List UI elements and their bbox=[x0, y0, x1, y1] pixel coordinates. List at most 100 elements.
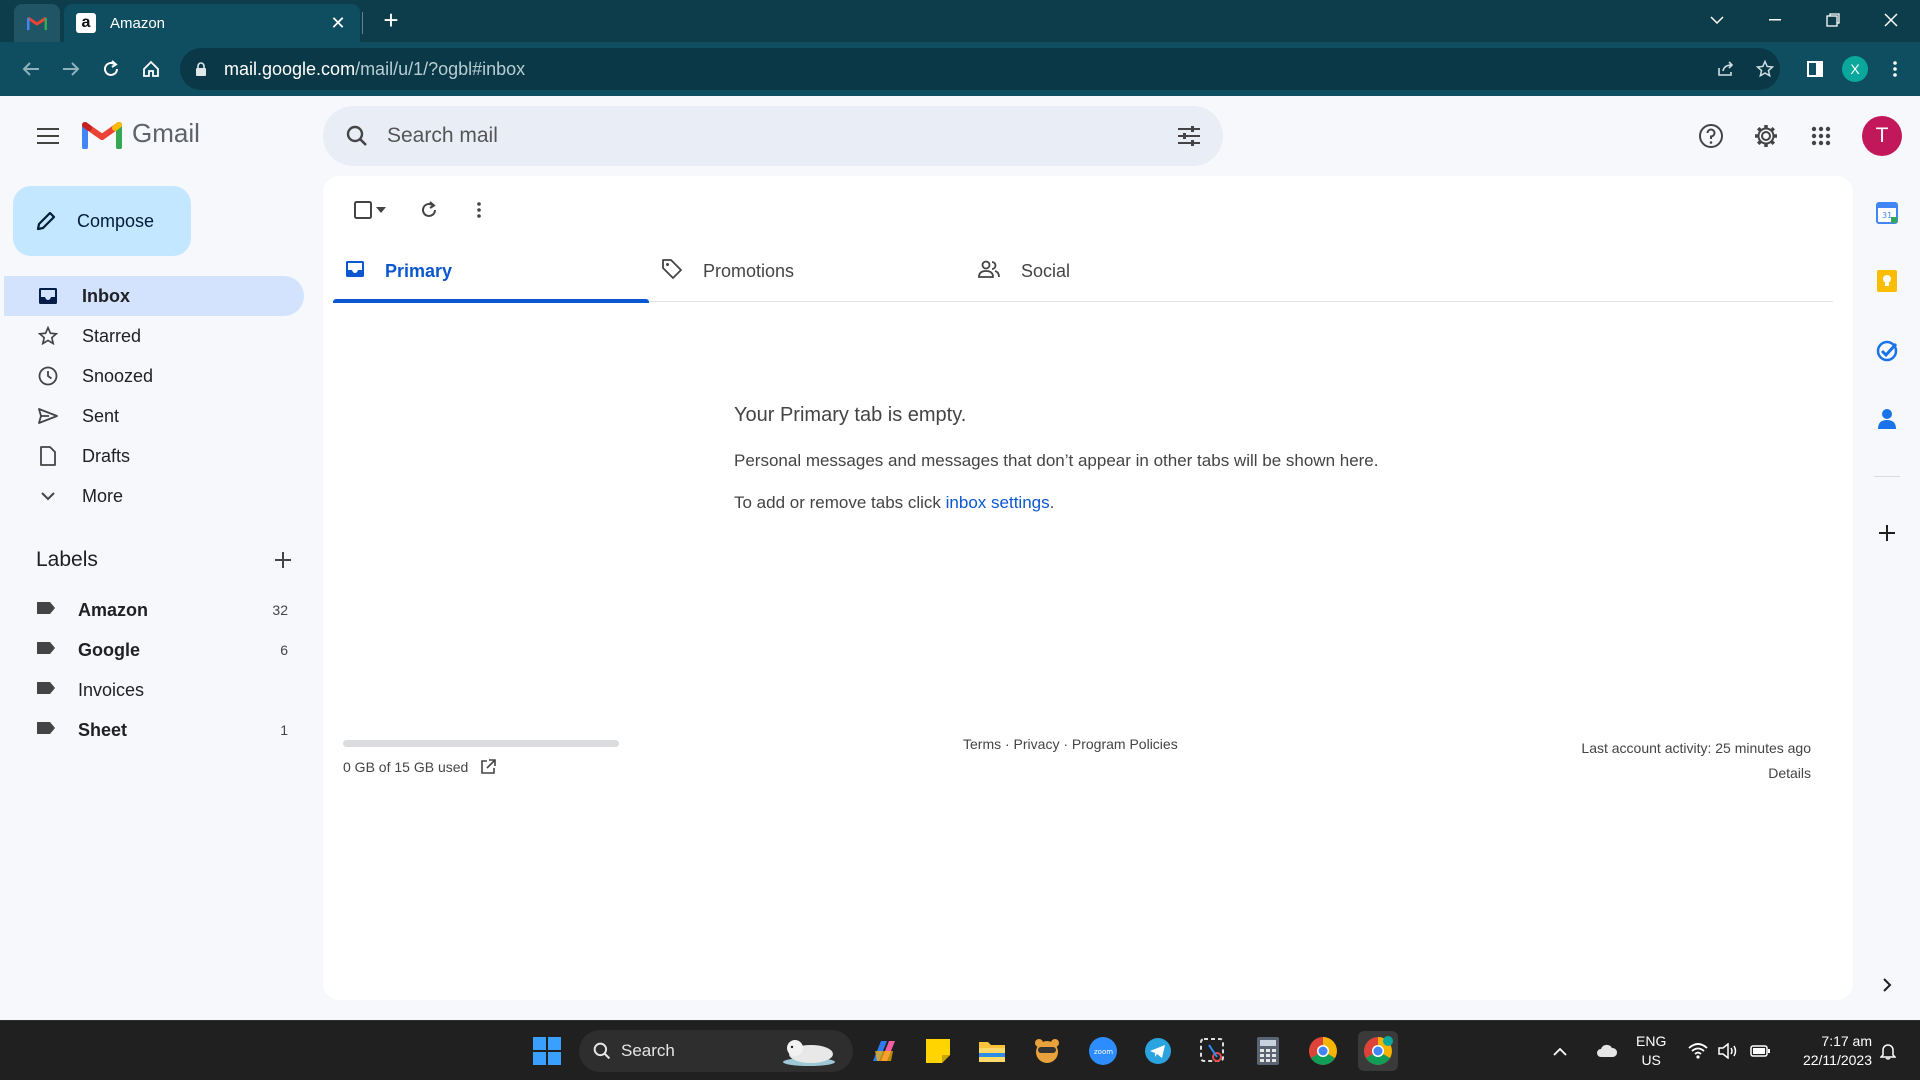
browser-tabstrip: a Amazon ✕ + bbox=[0, 0, 1920, 42]
sidebar-item-snoozed[interactable]: Snoozed bbox=[0, 356, 304, 396]
restore-button[interactable] bbox=[1804, 0, 1862, 40]
tab-promotions[interactable]: Promotions bbox=[649, 240, 965, 302]
account-avatar[interactable]: T bbox=[1862, 116, 1902, 156]
sidebar-item-starred[interactable]: Starred bbox=[0, 316, 304, 356]
notifications-button[interactable] bbox=[1880, 1021, 1896, 1080]
tasks-app-button[interactable] bbox=[1874, 338, 1900, 364]
sidebar-item-inbox[interactable]: Inbox bbox=[4, 276, 304, 316]
browser-tab-active[interactable]: a Amazon ✕ bbox=[64, 4, 360, 42]
sidebar-item-more[interactable]: More bbox=[0, 476, 304, 516]
refresh-button[interactable] bbox=[409, 190, 449, 230]
input-language[interactable]: ENG US bbox=[1636, 1032, 1666, 1070]
close-window-button[interactable] bbox=[1862, 0, 1920, 40]
search-icon bbox=[346, 125, 367, 146]
search-icon bbox=[593, 1042, 611, 1060]
minimize-button[interactable] bbox=[1746, 0, 1804, 40]
sidebar-item-label: Snoozed bbox=[82, 365, 154, 386]
profile-avatar: X bbox=[1842, 56, 1868, 82]
search-options-button[interactable] bbox=[1169, 116, 1209, 156]
telegram-app[interactable] bbox=[1138, 1031, 1178, 1071]
chevron-up-icon bbox=[1553, 1047, 1567, 1056]
browser-menu-button[interactable] bbox=[1880, 54, 1910, 84]
battery-tray-icon[interactable] bbox=[1750, 1021, 1770, 1080]
settings-button[interactable] bbox=[1744, 114, 1788, 158]
copilot-icon bbox=[873, 1041, 895, 1061]
compose-button[interactable]: Compose bbox=[13, 186, 191, 256]
apps-button[interactable] bbox=[1799, 114, 1843, 158]
get-addons-button[interactable] bbox=[1874, 520, 1900, 546]
tab-social[interactable]: Social bbox=[965, 240, 1281, 302]
label-item-amazon[interactable]: Amazon 32 bbox=[0, 590, 304, 630]
home-icon bbox=[143, 60, 159, 77]
chrome-app[interactable] bbox=[1303, 1031, 1343, 1071]
browser-tab-gmail[interactable] bbox=[14, 4, 60, 42]
address-bar[interactable]: mail.google.com/mail/u/1/?ogbl#inbox bbox=[180, 48, 1780, 90]
sticky-notes-app[interactable] bbox=[918, 1031, 958, 1071]
new-tab-button[interactable]: + bbox=[376, 6, 406, 36]
copilot-app[interactable] bbox=[864, 1031, 904, 1071]
side-panel-button[interactable] bbox=[1800, 54, 1830, 84]
empty-title: Your Primary tab is empty. bbox=[734, 404, 967, 426]
url-path: /mail/u/1/?ogbl#inbox bbox=[355, 58, 526, 79]
tab-title: Amazon bbox=[110, 14, 166, 32]
taskbar-clock[interactable]: 7:17 am 22/11/2023 bbox=[1782, 1032, 1872, 1070]
app-icon-bear[interactable] bbox=[1027, 1031, 1067, 1071]
svg-text:zoom: zoom bbox=[1094, 1048, 1113, 1056]
volume-tray-icon[interactable] bbox=[1718, 1021, 1738, 1080]
label-count: 1 bbox=[280, 722, 288, 738]
main-panel: Primary Promotions Social Your Primary t… bbox=[323, 176, 1853, 1000]
home-button[interactable] bbox=[136, 54, 166, 84]
gmail-logo[interactable]: Gmail bbox=[82, 118, 200, 149]
url-text[interactable]: mail.google.com/mail/u/1/?ogbl#inbox bbox=[224, 59, 525, 80]
inbox-settings-link[interactable]: inbox settings bbox=[946, 493, 1050, 512]
plus-icon[interactable] bbox=[274, 551, 292, 569]
reload-button[interactable] bbox=[96, 54, 126, 84]
tab-primary[interactable]: Primary bbox=[333, 240, 649, 303]
more-actions-button[interactable] bbox=[459, 190, 499, 230]
label-item-invoices[interactable]: Invoices bbox=[0, 670, 304, 710]
tab-close-icon[interactable]: ✕ bbox=[328, 13, 348, 34]
lock-icon[interactable] bbox=[194, 61, 208, 77]
gmail-logo-text: Gmail bbox=[132, 118, 200, 148]
external-link-icon[interactable] bbox=[480, 759, 497, 775]
zoom-app[interactable]: zoom bbox=[1083, 1031, 1123, 1071]
snipping-tool-icon bbox=[1200, 1038, 1224, 1062]
bookmark-button[interactable] bbox=[1750, 54, 1780, 84]
main-menu-button[interactable] bbox=[30, 118, 66, 154]
search-button[interactable] bbox=[337, 116, 377, 156]
calculator-app[interactable] bbox=[1248, 1031, 1288, 1071]
label-item-google[interactable]: Google 6 bbox=[0, 630, 304, 670]
bell-icon bbox=[1880, 1044, 1896, 1060]
forward-button[interactable] bbox=[56, 54, 86, 84]
search-bar[interactable] bbox=[323, 106, 1223, 166]
hide-side-panel-button[interactable] bbox=[1874, 972, 1900, 998]
url-host: mail.google.com bbox=[224, 58, 356, 79]
snipping-tool-app[interactable] bbox=[1193, 1031, 1233, 1071]
start-button[interactable] bbox=[527, 1031, 567, 1071]
contacts-app-button[interactable] bbox=[1874, 406, 1900, 432]
tab-label: Social bbox=[1021, 260, 1071, 281]
file-explorer-app[interactable] bbox=[972, 1031, 1012, 1071]
share-button[interactable] bbox=[1711, 54, 1741, 84]
footer-links[interactable]: Terms · Privacy · Program Policies bbox=[963, 736, 1178, 752]
sidebar-item-sent[interactable]: Sent bbox=[0, 396, 304, 436]
gmail-logo-icon bbox=[82, 121, 122, 149]
label-item-sheet[interactable]: Sheet 1 bbox=[0, 710, 304, 750]
arrow-right-icon bbox=[63, 62, 80, 76]
keep-app-button[interactable] bbox=[1874, 268, 1900, 294]
taskbar-search[interactable]: Search bbox=[579, 1030, 853, 1072]
calendar-app-button[interactable]: 31 bbox=[1874, 200, 1900, 226]
network-tray-icon[interactable] bbox=[1688, 1021, 1708, 1080]
tray-overflow-button[interactable] bbox=[1553, 1021, 1567, 1080]
clock-icon bbox=[36, 364, 60, 388]
search-input[interactable] bbox=[387, 124, 1169, 148]
support-button[interactable] bbox=[1689, 114, 1733, 158]
onedrive-tray-icon[interactable] bbox=[1596, 1021, 1618, 1080]
tab-search-icon[interactable] bbox=[1688, 0, 1746, 40]
chrome-profile-app[interactable] bbox=[1358, 1031, 1398, 1071]
profile-button[interactable]: X bbox=[1840, 54, 1870, 84]
select-dropdown-button[interactable] bbox=[371, 190, 391, 230]
back-button[interactable] bbox=[16, 54, 46, 84]
details-link[interactable]: Details bbox=[1581, 761, 1811, 786]
sidebar-item-drafts[interactable]: Drafts bbox=[0, 436, 304, 476]
